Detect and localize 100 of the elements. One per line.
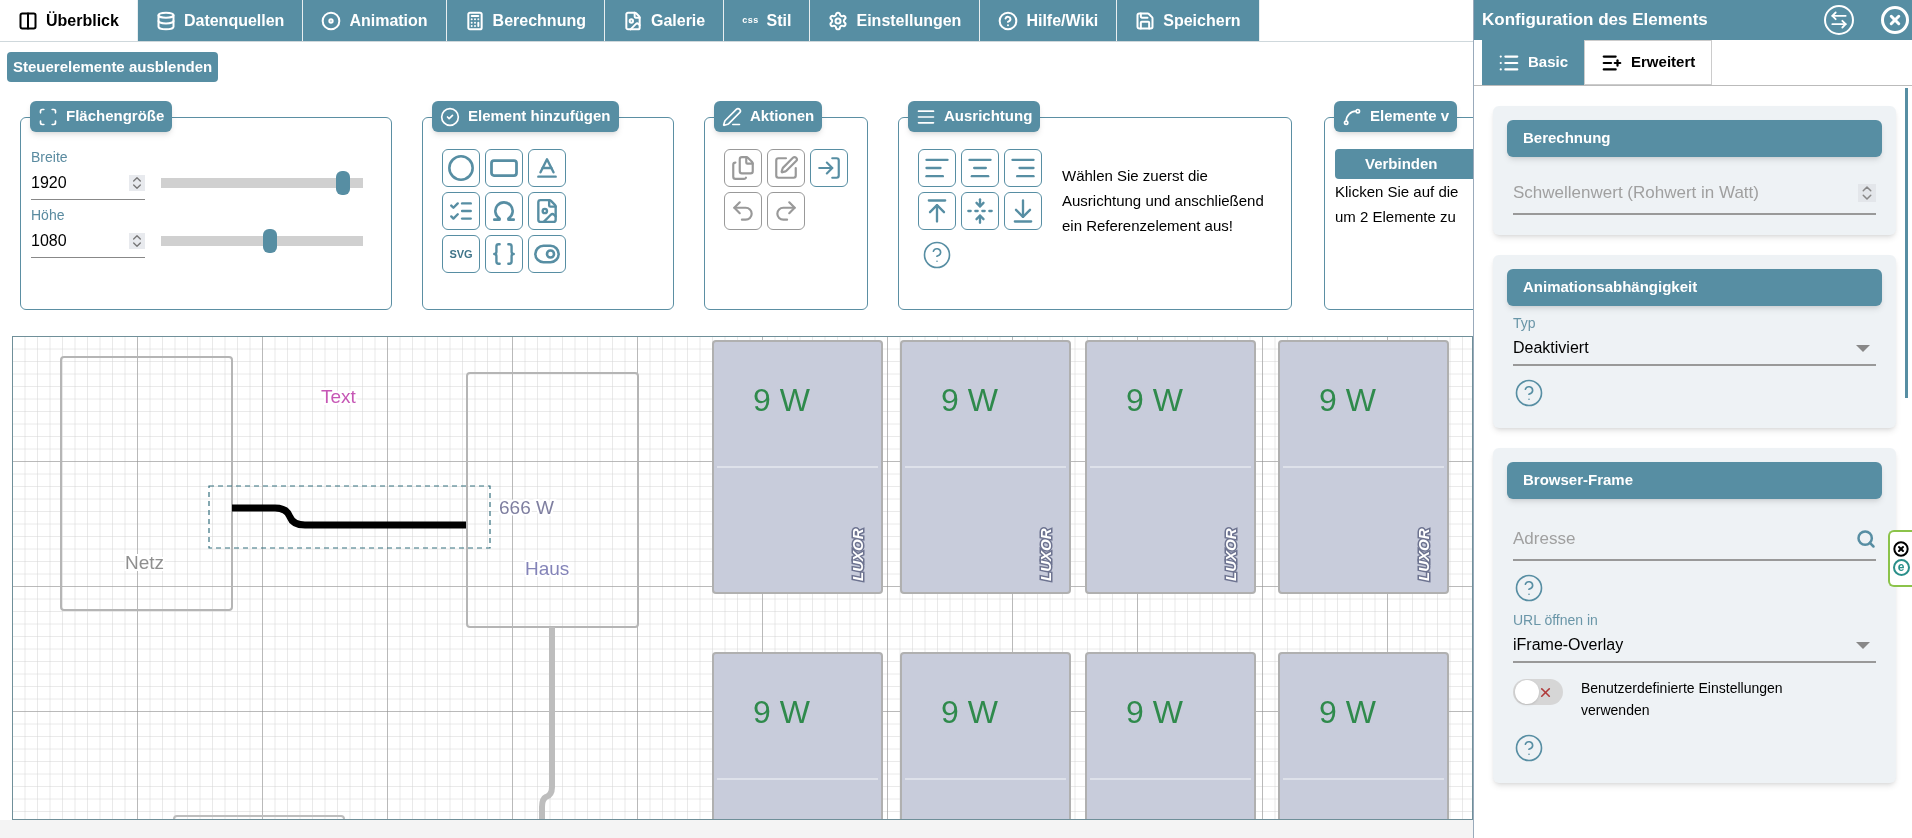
panel-reading: 9 W — [753, 694, 810, 730]
help-icon[interactable] — [1514, 733, 1544, 763]
spinner-icon[interactable] — [129, 232, 145, 249]
panel-reading: 9 W — [941, 382, 998, 418]
align-left-button[interactable] — [918, 149, 956, 187]
align-middle-button[interactable] — [961, 192, 999, 230]
hide-controls-button[interactable]: Steuerelemente ausblenden — [7, 52, 219, 82]
solar-panel[interactable]: 9 W — [1085, 652, 1256, 819]
section-header: Browser-Frame — [1507, 462, 1882, 499]
select-field[interactable]: iFrame-Overlay — [1513, 629, 1876, 663]
nav-tab[interactable]: Berechnung — [446, 0, 605, 41]
nav-tab[interactable]: css Stil — [724, 0, 811, 41]
fold-vertical-icon — [966, 197, 994, 225]
symbol-tool-button[interactable] — [485, 192, 523, 230]
title-text: Aktionen — [750, 106, 815, 127]
nav-tab[interactable]: Einstellungen — [810, 0, 981, 41]
connect-hint: Klicken Sie auf die — [1335, 182, 1460, 202]
alignment-hint: Wählen Sie zuerst die Ausrichtung und anschließend ein Referenzelement aus! — [1062, 166, 1265, 236]
braces-icon — [491, 241, 517, 267]
solar-panel[interactable]: 9 W — [1278, 652, 1449, 819]
help-icon[interactable] — [922, 240, 952, 270]
solar-panel[interactable]: 9 W LUXOR — [1278, 340, 1449, 594]
element-box[interactable] — [173, 815, 345, 819]
scrollbar-thumb[interactable] — [1905, 88, 1908, 398]
image-tool-button[interactable] — [528, 192, 566, 230]
text-tool-button[interactable] — [528, 149, 566, 187]
nav-tab[interactable]: Hilfe/Wiki — [980, 0, 1118, 41]
field-label: Typ — [1513, 314, 1537, 332]
field-placeholder: Adresse — [1513, 528, 1576, 551]
align-center-button[interactable] — [961, 149, 999, 187]
nav-tab[interactable]: Animation — [303, 0, 447, 41]
rectangle-tool-button[interactable] — [485, 149, 523, 187]
slider[interactable] — [161, 229, 363, 253]
text-element[interactable]: Text — [321, 386, 356, 407]
field-label: URL öffnen in — [1513, 611, 1599, 629]
title-icon — [722, 106, 742, 127]
panel-brand: LUXOR — [1415, 528, 1432, 581]
solar-panel[interactable]: 9 W LUXOR — [712, 340, 883, 594]
number-field[interactable]: Schwellenwert (Rohwert in Watt) — [1513, 173, 1876, 215]
address-field[interactable]: Adresse — [1513, 519, 1876, 561]
select-value: Deaktiviert — [1513, 338, 1589, 358]
badge-letter: e — [1892, 559, 1910, 576]
tab-icon — [622, 10, 643, 31]
title-text: Element hinzufügen — [468, 106, 611, 127]
solar-panel[interactable]: 9 W — [712, 652, 883, 819]
align-top-button[interactable] — [918, 192, 956, 230]
solar-panel[interactable]: 9 W — [900, 652, 1071, 819]
tab-icon — [155, 10, 176, 31]
slider-thumb[interactable] — [262, 229, 277, 253]
slider-thumb[interactable] — [335, 171, 350, 195]
select-field[interactable]: Deaktiviert — [1513, 332, 1876, 366]
panel-reading: 9 W — [1319, 694, 1376, 730]
omega-icon — [491, 198, 517, 224]
title-icon — [440, 106, 460, 127]
spinner-icon[interactable] — [1858, 184, 1876, 202]
number-field[interactable]: 1080 — [31, 224, 145, 258]
spinner-icon[interactable] — [129, 174, 145, 191]
panel-reading: 9 W — [1126, 694, 1183, 730]
help-icon[interactable] — [1514, 378, 1544, 408]
connect-button[interactable]: Verbinden — [1335, 149, 1473, 179]
title-text: Elemente v — [1370, 106, 1450, 127]
svg-tool-button[interactable]: SVG — [442, 235, 480, 273]
field-value: 1080 — [31, 230, 67, 251]
panel-tab[interactable]: Erweitert — [1584, 40, 1713, 85]
number-field[interactable]: 1920 — [31, 166, 145, 200]
align-bottom-button[interactable] — [1004, 192, 1042, 230]
help-icon[interactable] — [1514, 573, 1544, 603]
text-icon — [534, 155, 560, 181]
import-button[interactable] — [810, 149, 848, 187]
panel-reading: 9 W — [1126, 382, 1183, 418]
nav-tab[interactable]: Datenquellen — [137, 0, 304, 41]
align-right-button[interactable] — [1004, 149, 1042, 187]
switch-tool-button[interactable] — [528, 235, 566, 273]
solar-panel[interactable]: 9 W LUXOR — [1085, 340, 1256, 594]
list-tool-button[interactable] — [442, 192, 480, 230]
circle-tool-button[interactable] — [442, 149, 480, 187]
code-tool-button[interactable] — [485, 235, 523, 273]
search-icon[interactable] — [1856, 529, 1876, 549]
power-reading: 666 W — [499, 497, 554, 518]
caret-icon — [1856, 641, 1870, 649]
solar-panel[interactable]: 9 W LUXOR — [900, 340, 1071, 594]
tab-icon — [828, 10, 849, 31]
toggle-switch[interactable] — [1513, 679, 1563, 705]
panel-brand: LUXOR — [1222, 528, 1239, 581]
tab-icon — [321, 10, 342, 31]
svg-file-label: SVG — [449, 248, 473, 260]
caret-icon — [1856, 344, 1870, 352]
cable-line[interactable] — [539, 627, 555, 819]
nav-tab[interactable]: Speichern — [1117, 0, 1260, 41]
slider[interactable] — [161, 171, 363, 195]
panel-tab[interactable]: Basic — [1482, 40, 1585, 85]
swap-icon[interactable] — [1824, 5, 1854, 35]
field-value: 1920 — [31, 172, 67, 193]
nav-tab[interactable]: Galerie — [604, 0, 725, 41]
selection-frame[interactable] — [208, 485, 491, 549]
section-header: Berechnung — [1507, 120, 1882, 157]
side-badge[interactable]: e — [1888, 530, 1912, 587]
close-icon[interactable] — [1893, 541, 1909, 557]
tab-icon — [998, 10, 1019, 31]
image-file-icon — [534, 198, 560, 224]
